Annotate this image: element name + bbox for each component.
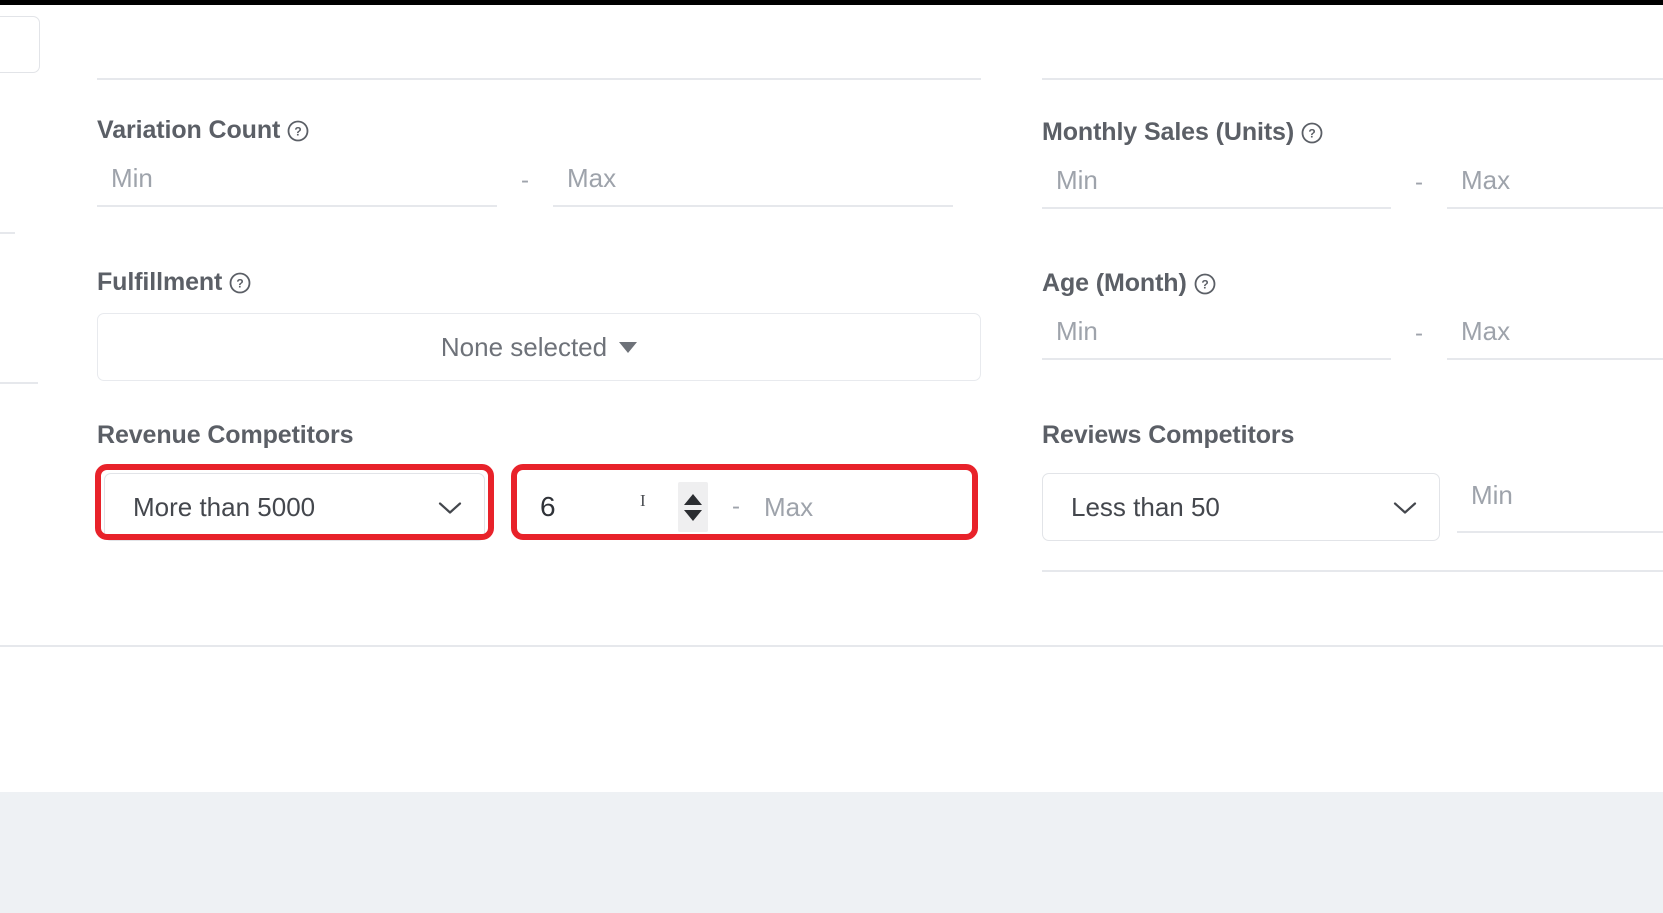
range-separator: - <box>497 167 553 207</box>
filter-variation-count: Variation Count ? - <box>97 118 981 207</box>
monthly-sales-max-input[interactable] <box>1447 165 1663 209</box>
caret-down-icon <box>619 342 637 353</box>
app-screen: Variation Count ? - Fulfillment ? <box>0 0 1663 913</box>
revenue-competitors-select-value: More than 5000 <box>105 492 315 523</box>
cropped-left-panel-card[interactable] <box>0 16 40 73</box>
reviews-competitors-select-value: Less than 50 <box>1043 492 1220 523</box>
filter-reviews-competitors: Reviews Competitors <box>1042 423 1663 448</box>
cropped-field-underline-right <box>1042 78 1663 80</box>
spinner-up-arrow-icon[interactable] <box>684 494 702 505</box>
age-month-min-input[interactable] <box>1042 316 1391 360</box>
revenue-competitors-max-input[interactable] <box>764 473 954 541</box>
revenue-competitors-min-input[interactable] <box>518 473 678 541</box>
filter-label: Fulfillment ? <box>97 270 981 295</box>
age-month-max-input[interactable] <box>1447 316 1663 360</box>
reviews-competitors-label: Reviews Competitors <box>1042 423 1294 448</box>
revenue-number-wrap: I <box>518 473 708 541</box>
number-spinner[interactable] <box>678 482 708 532</box>
revenue-competitors-select[interactable]: More than 5000 <box>104 473 485 541</box>
filter-label: Revenue Competitors <box>97 423 981 448</box>
variation-count-max-input[interactable] <box>553 163 953 207</box>
chevron-down-icon <box>1393 492 1417 523</box>
cropped-left-edge-rule <box>0 382 38 384</box>
monthly-sales-label: Monthly Sales (Units) <box>1042 120 1294 145</box>
reviews-competitors-select[interactable]: Less than 50 <box>1042 473 1440 541</box>
footer-band <box>0 792 1663 913</box>
svg-text:?: ? <box>237 276 244 290</box>
svg-text:?: ? <box>1308 126 1315 140</box>
filter-label: Monthly Sales (Units) ? <box>1042 120 1663 145</box>
reviews-competitors-min-input[interactable] <box>1457 473 1663 533</box>
variation-count-min-input[interactable] <box>97 163 497 207</box>
revenue-competitors-range: I - <box>518 473 970 541</box>
question-circle-icon[interactable]: ? <box>1301 122 1323 144</box>
chevron-down-icon <box>438 492 462 523</box>
filter-age-month: Age (Month) ? - <box>1042 271 1663 360</box>
fulfillment-label: Fulfillment <box>97 270 222 295</box>
section-divider-right <box>1042 570 1663 572</box>
fulfillment-multiselect[interactable]: None selected <box>97 313 981 381</box>
range-separator: - <box>1391 320 1447 360</box>
range-separator: - <box>708 493 764 521</box>
range-row: - <box>97 163 981 207</box>
filter-fulfillment: Fulfillment ? None selected <box>97 270 981 381</box>
filter-label: Reviews Competitors <box>1042 423 1663 448</box>
age-month-label: Age (Month) <box>1042 271 1187 296</box>
range-separator: - <box>1391 169 1447 209</box>
question-circle-icon[interactable]: ? <box>1194 273 1216 295</box>
question-circle-icon[interactable]: ? <box>229 272 251 294</box>
range-row: - <box>1042 165 1663 209</box>
spinner-down-arrow-icon[interactable] <box>684 510 702 521</box>
monthly-sales-min-input[interactable] <box>1042 165 1391 209</box>
range-row: - <box>1042 316 1663 360</box>
revenue-competitors-label: Revenue Competitors <box>97 423 354 448</box>
svg-text:?: ? <box>295 124 302 138</box>
svg-text:?: ? <box>1201 277 1208 291</box>
cropped-field-underline-left <box>97 78 981 80</box>
fulfillment-selected-text: None selected <box>441 332 607 363</box>
cropped-left-edge-rule <box>0 232 15 234</box>
filter-revenue-competitors: Revenue Competitors <box>97 423 981 448</box>
section-divider <box>0 645 1663 647</box>
filter-label: Variation Count ? <box>97 118 981 143</box>
variation-count-label: Variation Count <box>97 118 280 143</box>
text-caret-icon: I <box>640 491 646 511</box>
question-circle-icon[interactable]: ? <box>287 120 309 142</box>
filter-label: Age (Month) ? <box>1042 271 1663 296</box>
window-top-strip <box>0 0 1663 5</box>
filter-monthly-sales: Monthly Sales (Units) ? - <box>1042 120 1663 209</box>
